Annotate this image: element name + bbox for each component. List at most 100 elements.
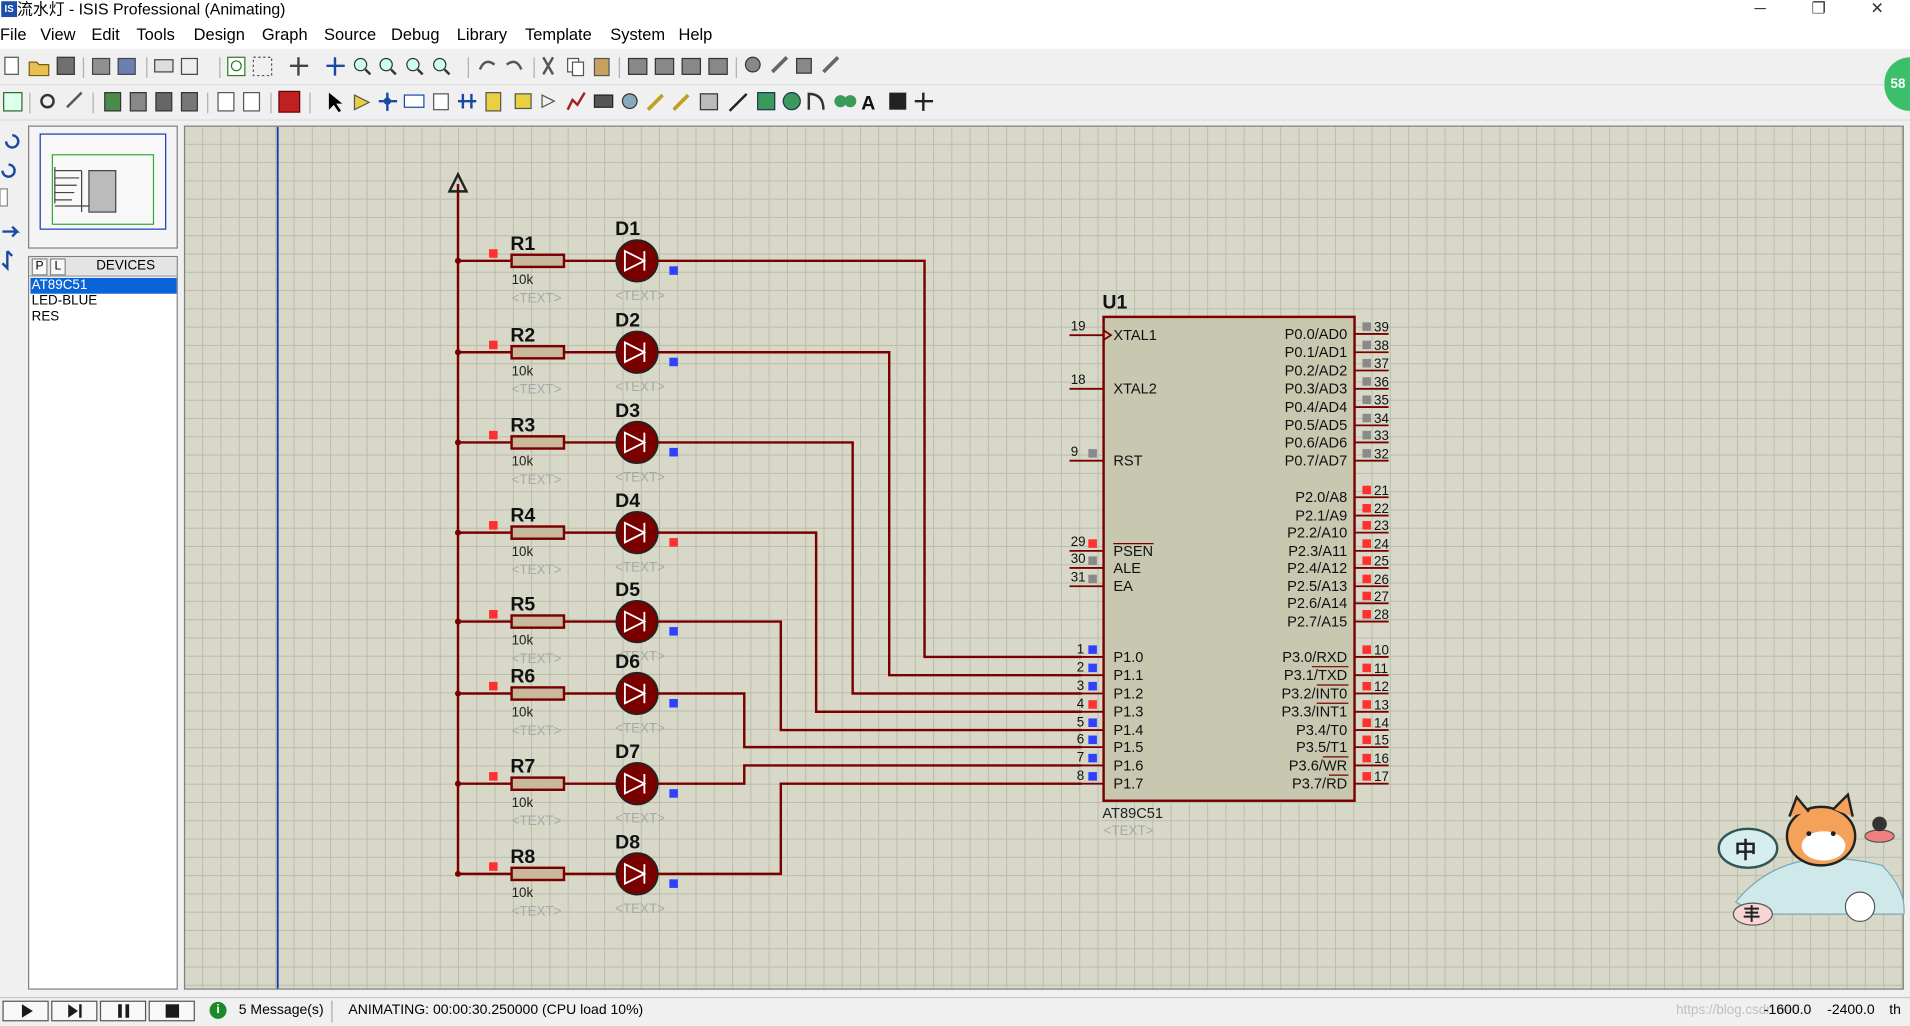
- pan-icon[interactable]: [326, 57, 345, 76]
- restore-button[interactable]: ❐: [1794, 0, 1843, 20]
- device-item-led-blue[interactable]: LED-BLUE: [30, 294, 176, 310]
- resistor-body[interactable]: [510, 614, 566, 629]
- component-mode-icon[interactable]: [353, 94, 371, 111]
- pause-button[interactable]: [99, 1000, 147, 1022]
- origin-icon[interactable]: [289, 57, 309, 76]
- text-tool-icon[interactable]: A: [861, 93, 875, 115]
- copy-icon[interactable]: [567, 57, 585, 77]
- wire-label-icon[interactable]: [403, 94, 425, 108]
- redraw-icon[interactable]: [227, 56, 246, 77]
- voltage-probe-icon[interactable]: [646, 93, 664, 111]
- input-method-mascot[interactable]: 中 丰: [1711, 792, 1906, 932]
- menu-system[interactable]: System: [610, 26, 665, 44]
- cut-icon[interactable]: [542, 56, 555, 75]
- rotate-anticlockwise-icon[interactable]: [1, 163, 16, 178]
- message-info-icon[interactable]: i: [209, 1001, 227, 1019]
- menu-help[interactable]: Help: [678, 26, 712, 44]
- terminals-icon[interactable]: [514, 93, 532, 110]
- zoom-out-icon[interactable]: [379, 57, 397, 76]
- menu-file[interactable]: File: [0, 26, 27, 44]
- line-tool-icon[interactable]: [728, 92, 748, 112]
- zoom-all-icon[interactable]: [406, 57, 424, 76]
- rotate-clockwise-icon[interactable]: [4, 134, 20, 149]
- print-icon[interactable]: [154, 59, 174, 73]
- ares-icon[interactable]: [278, 90, 301, 113]
- pick-devices-button[interactable]: P: [31, 258, 48, 276]
- virtual-instrument-icon[interactable]: [699, 93, 719, 111]
- pick-device-icon[interactable]: [744, 56, 761, 73]
- tape-recorder-icon[interactable]: [593, 94, 614, 108]
- close-button[interactable]: ✕: [1853, 0, 1902, 20]
- new-file-icon[interactable]: [4, 56, 19, 75]
- menu-tools[interactable]: Tools: [136, 26, 174, 44]
- autorouter-icon[interactable]: [66, 91, 83, 109]
- current-probe-icon[interactable]: [672, 93, 690, 111]
- resistor-body[interactable]: [510, 435, 566, 450]
- selection-mode-icon[interactable]: [328, 92, 343, 113]
- grid-icon[interactable]: [252, 56, 273, 77]
- led-body[interactable]: [615, 852, 659, 896]
- menu-debug[interactable]: Debug: [391, 26, 439, 44]
- message-count[interactable]: 5 Message(s): [239, 1003, 324, 1018]
- netlist-ares-icon[interactable]: [180, 92, 198, 112]
- open-file-icon[interactable]: [28, 61, 50, 77]
- circle-tool-icon[interactable]: [782, 92, 801, 111]
- mirror-x-icon[interactable]: [2, 225, 20, 238]
- led-body[interactable]: [615, 239, 659, 283]
- generator-icon[interactable]: [621, 93, 638, 110]
- block-move-icon[interactable]: [654, 57, 675, 75]
- zoom-area-icon[interactable]: [433, 57, 451, 76]
- menu-view[interactable]: View: [40, 26, 75, 44]
- erc-icon[interactable]: [155, 92, 173, 112]
- menu-source[interactable]: Source: [324, 26, 376, 44]
- step-button[interactable]: [51, 1000, 98, 1022]
- subcircuit-icon[interactable]: [485, 92, 502, 112]
- led-body[interactable]: [615, 330, 659, 374]
- device-item-at89c51[interactable]: AT89C51: [30, 277, 177, 294]
- zoom-in-icon[interactable]: [353, 57, 372, 76]
- decompose-icon[interactable]: [822, 55, 840, 74]
- resistor-body[interactable]: [510, 253, 566, 269]
- stop-button[interactable]: [148, 1000, 195, 1022]
- led-body[interactable]: [615, 762, 659, 806]
- arc-tool-icon[interactable]: [807, 92, 825, 110]
- minimize-button[interactable]: ─: [1736, 0, 1785, 20]
- menu-design[interactable]: Design: [194, 26, 245, 44]
- block-copy-icon[interactable]: [627, 57, 648, 75]
- menu-template[interactable]: Template: [525, 26, 592, 44]
- export-section-icon[interactable]: [117, 57, 136, 75]
- resistor-body[interactable]: [510, 525, 566, 540]
- resistor-body[interactable]: [510, 866, 566, 882]
- undo-icon[interactable]: [478, 60, 496, 70]
- resistor-body[interactable]: [510, 686, 566, 701]
- box-tool-icon[interactable]: [757, 92, 776, 111]
- graph-mode-icon[interactable]: [566, 92, 586, 111]
- make-device-icon[interactable]: [770, 55, 789, 74]
- path-tool-icon[interactable]: [834, 95, 857, 108]
- play-button[interactable]: [2, 1000, 49, 1022]
- menu-edit[interactable]: Edit: [91, 26, 119, 44]
- led-body[interactable]: [615, 599, 659, 644]
- led-body[interactable]: [615, 510, 659, 555]
- import-section-icon[interactable]: [91, 57, 111, 75]
- resistor-body[interactable]: [510, 776, 566, 792]
- text-script-icon[interactable]: [433, 93, 449, 111]
- led-body[interactable]: [615, 420, 659, 465]
- symbol-tool-icon[interactable]: [889, 92, 907, 110]
- netlist-icon[interactable]: [104, 92, 122, 112]
- redo-icon[interactable]: [505, 60, 523, 70]
- buses-icon[interactable]: [458, 93, 477, 109]
- angle-field-icon[interactable]: [0, 188, 8, 207]
- library-manager-button[interactable]: L: [49, 258, 66, 276]
- new-sheet-icon[interactable]: [243, 92, 261, 112]
- save-icon[interactable]: [56, 56, 75, 75]
- junction-dot-icon[interactable]: [378, 92, 398, 111]
- mirror-y-icon[interactable]: [1, 250, 14, 272]
- schematic-drawing[interactable]: R1 10k <TEXT> D1 <TEXT> R2 10k <TEXT> D2 <TEXT> R3…: [185, 126, 1903, 989]
- bill-of-materials-icon[interactable]: [129, 92, 147, 112]
- device-pins-icon[interactable]: [541, 94, 556, 109]
- block-delete-icon[interactable]: [708, 57, 728, 75]
- resistor-body[interactable]: [510, 344, 566, 360]
- led-body[interactable]: [615, 671, 659, 716]
- print-area-icon[interactable]: [180, 57, 198, 75]
